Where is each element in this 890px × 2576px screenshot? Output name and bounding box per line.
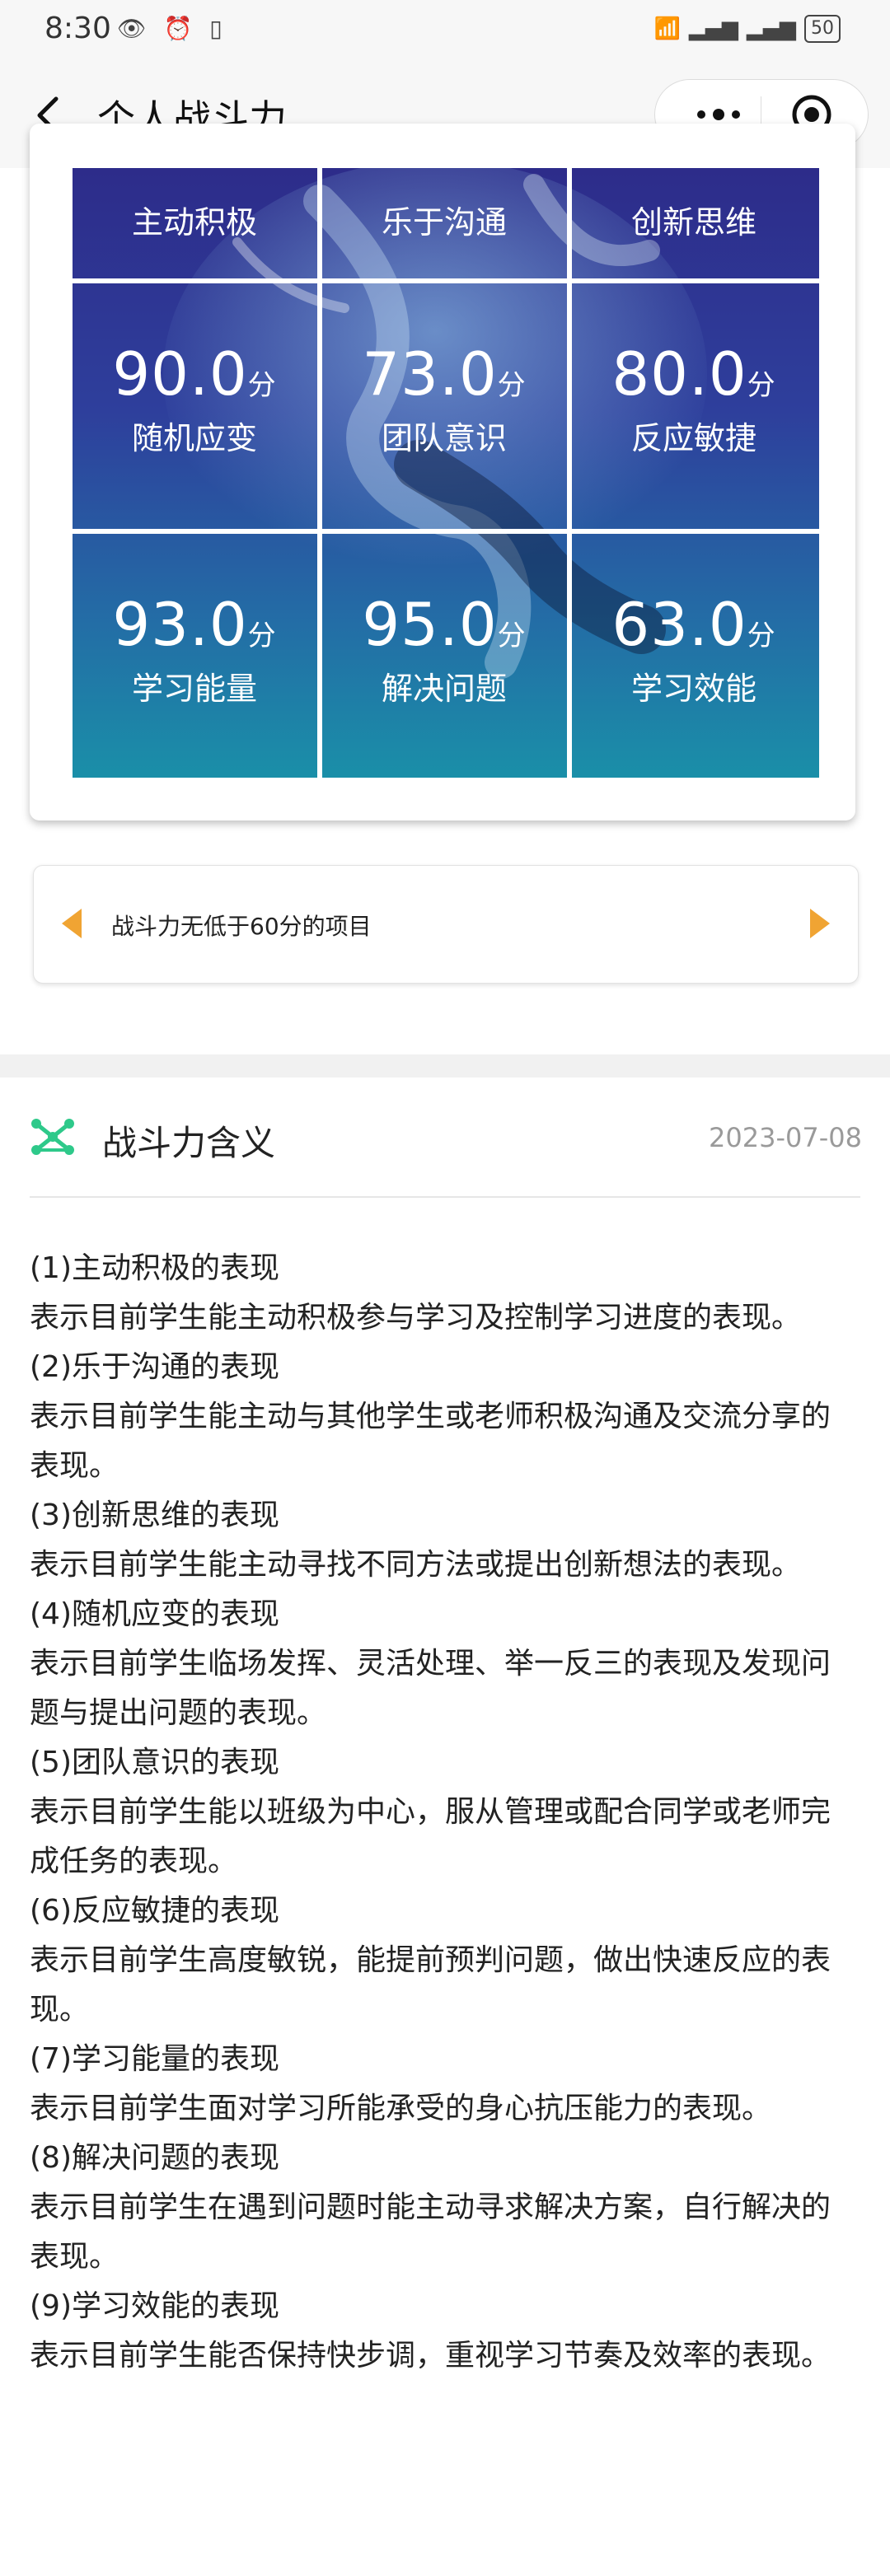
meaning-list: (1)主动积极的表现 表示目前学生能主动积极参与学习及控制学习进度的表现。 (2… <box>30 1244 854 2381</box>
score-grid: 主动积极 乐于沟通 创新思维 90.0分 随机应变 73.0分 团队意识 80.… <box>73 168 819 778</box>
battery-icon: 50 <box>804 15 841 43</box>
meaning-item-desc: 表示目前学生能主动与其他学生或老师积极沟通及交流分享的表现。 <box>30 1400 831 1483</box>
meaning-item-title: (2)乐于沟通的表现 <box>30 1350 279 1384</box>
status-time: 8:30 <box>44 12 111 45</box>
score-cell: 80.0分 反应敏捷 <box>572 341 816 458</box>
score-cell-label: 解决问题 <box>381 671 507 707</box>
meaning-item-desc: 表示目前学生能主动积极参与学习及控制学习进度的表现。 <box>30 1301 802 1335</box>
meaning-item-title: (7)学习能量的表现 <box>30 2042 279 2076</box>
status-system-icons: 📶 ▂▄▆ ▂▄▆ 50 <box>654 15 841 43</box>
meaning-item-desc: 表示目前学生能以班级为中心，服从管理或配合同学或老师完成任务的表现。 <box>30 1795 831 1878</box>
score-cell: 73.0分 团队意识 <box>322 341 566 458</box>
filter-message: 战斗力无低于60分的项目 <box>111 913 372 940</box>
score-cell-label: 学习能量 <box>131 671 257 707</box>
score-value: 63.0 <box>611 590 747 659</box>
prev-arrow-icon[interactable] <box>62 909 82 938</box>
meaning-item: (3)创新思维的表现 表示目前学生能主动寻找不同方法或提出创新想法的表现。 <box>30 1491 854 1590</box>
meaning-item-desc: 表示目前学生能主动寻找不同方法或提出创新想法的表现。 <box>30 1548 802 1582</box>
score-cell: 乐于沟通 <box>322 203 566 242</box>
meaning-title: 战斗力含义 <box>102 1123 276 1163</box>
score-unit: 分 <box>747 369 776 402</box>
score-cell-label: 随机应变 <box>131 420 257 456</box>
status-notification-icons: 👁 ⏰ ▯ <box>117 15 227 42</box>
score-value: 80.0 <box>611 339 747 409</box>
grid-divider <box>73 278 819 283</box>
score-cell-label: 团队意识 <box>381 420 507 456</box>
meaning-item-title: (1)主动积极的表现 <box>30 1251 279 1285</box>
signal-icon: ▂▄▆ <box>689 16 738 41</box>
score-cell-label: 学习效能 <box>630 671 756 707</box>
grid-divider <box>73 529 819 534</box>
meaning-item: (1)主动积极的表现 表示目前学生能主动积极参与学习及控制学习进度的表现。 <box>30 1244 854 1343</box>
meaning-item: (2)乐于沟通的表现 表示目前学生能主动与其他学生或老师积极沟通及交流分享的表现… <box>30 1343 854 1491</box>
meaning-separator <box>30 1196 860 1198</box>
score-value: 95.0 <box>362 590 498 659</box>
score-unit: 分 <box>747 619 776 652</box>
meaning-item-desc: 表示目前学生能否保持快步调，重视学习节奏及效率的表现。 <box>30 2339 831 2373</box>
meaning-item: (4)随机应变的表现 表示目前学生临场发挥、灵活处理、举一反三的表现及发现问题与… <box>30 1590 854 1738</box>
score-cell-label: 乐于沟通 <box>381 204 507 241</box>
meaning-date: 2023-07-08 <box>709 1122 862 1153</box>
meaning-item-title: (5)团队意识的表现 <box>30 1746 279 1779</box>
score-cell-label: 创新思维 <box>630 204 756 241</box>
score-cell: 63.0分 学习效能 <box>572 591 816 708</box>
network-nodes-icon <box>31 1119 74 1155</box>
meaning-header: 战斗力含义 2023-07-08 <box>0 1078 890 1198</box>
score-cell-label: 主动积极 <box>131 204 257 241</box>
score-value: 90.0 <box>112 339 248 409</box>
signal-icon-2: ▂▄▆ <box>747 16 796 41</box>
meaning-item: (9)学习效能的表现 表示目前学生能否保持快步调，重视学习节奏及效率的表现。 <box>30 2282 854 2381</box>
meaning-item-title: (4)随机应变的表现 <box>30 1597 279 1631</box>
section-divider <box>0 1054 890 1078</box>
score-unit: 分 <box>497 369 527 402</box>
low-score-filter-bar: 战斗力无低于60分的项目 <box>33 865 859 984</box>
score-cell: 主动积极 <box>73 203 316 242</box>
score-value: 93.0 <box>112 590 248 659</box>
meaning-item-desc: 表示目前学生临场发挥、灵活处理、举一反三的表现及发现问题与提出问题的表现。 <box>30 1647 831 1730</box>
score-cell: 93.0分 学习能量 <box>73 591 316 708</box>
status-bar: 8:30 👁 ⏰ ▯ 📶 ▂▄▆ ▂▄▆ 50 <box>0 0 890 63</box>
score-unit: 分 <box>497 619 527 652</box>
score-unit: 分 <box>247 369 277 402</box>
meaning-item-desc: 表示目前学生在遇到问题时能主动寻求解决方案，自行解决的表现。 <box>30 2190 831 2274</box>
score-unit: 分 <box>247 619 277 652</box>
meaning-item-title: (8)解决问题的表现 <box>30 2141 279 2175</box>
meaning-item: (5)团队意识的表现 表示目前学生能以班级为中心，服从管理或配合同学或老师完成任… <box>30 1738 854 1886</box>
score-value: 73.0 <box>362 339 498 409</box>
score-cell: 90.0分 随机应变 <box>73 341 316 458</box>
meaning-item-title: (6)反应敏捷的表现 <box>30 1894 279 1928</box>
meaning-item: (6)反应敏捷的表现 表示目前学生高度敏锐，能提前预判问题，做出快速反应的表现。 <box>30 1886 854 2035</box>
score-cell: 创新思维 <box>572 203 816 242</box>
wifi-icon: 📶 <box>653 16 681 41</box>
meaning-item-desc: 表示目前学生面对学习所能承受的身心抗压能力的表现。 <box>30 2092 772 2125</box>
meaning-item: (7)学习能量的表现 表示目前学生面对学习所能承受的身心抗压能力的表现。 <box>30 2035 854 2134</box>
meaning-item: (8)解决问题的表现 表示目前学生在遇到问题时能主动寻求解决方案，自行解决的表现… <box>30 2134 854 2282</box>
meaning-item-title: (3)创新思维的表现 <box>30 1498 279 1532</box>
meaning-item-desc: 表示目前学生高度敏锐，能提前预判问题，做出快速反应的表现。 <box>30 1943 831 2027</box>
score-cell: 95.0分 解决问题 <box>322 591 566 708</box>
meaning-item-title: (9)学习效能的表现 <box>30 2289 279 2323</box>
score-cell-label: 反应敏捷 <box>630 420 756 456</box>
next-arrow-icon[interactable] <box>810 909 830 938</box>
